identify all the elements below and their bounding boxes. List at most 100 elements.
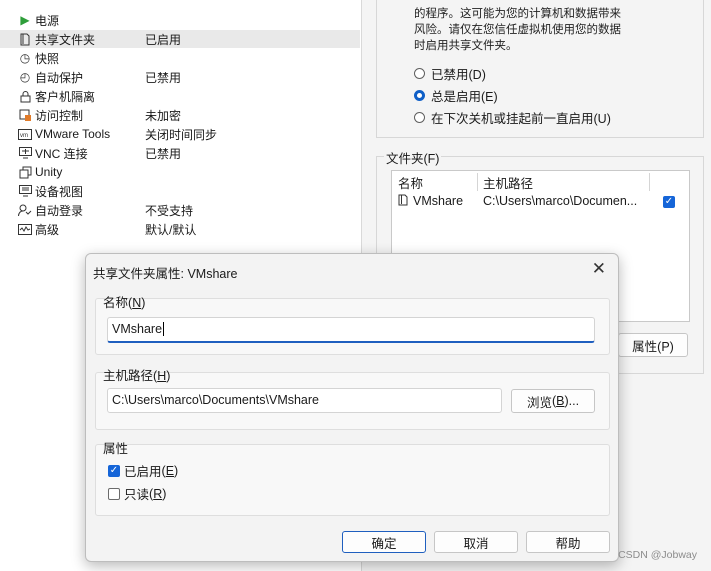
radio-disabled[interactable]: 已禁用(D) xyxy=(414,64,486,83)
snapshot-icon: ◷ xyxy=(19,51,31,65)
device-view-icon xyxy=(18,184,32,198)
advanced-icon xyxy=(18,222,32,236)
lock-icon xyxy=(18,89,32,103)
access-control-icon xyxy=(18,108,32,122)
properties-button[interactable]: 属性(P) xyxy=(618,333,688,357)
settings-item-label: Unity xyxy=(35,165,63,179)
settings-item-value: 未加密 xyxy=(145,108,182,123)
settings-item-value: 已启用 xyxy=(145,32,182,47)
name-input[interactable]: VMshare xyxy=(107,317,595,343)
checkbox-checked-icon[interactable]: ✓ xyxy=(108,464,120,477)
host-path-label: 主机路径(H) xyxy=(103,369,171,383)
settings-item-power[interactable]: ▶ 电源 xyxy=(18,11,360,29)
settings-item-label: 高级 xyxy=(35,222,60,237)
shared-folder-icon xyxy=(18,32,32,46)
autoprotect-icon: ◴ xyxy=(19,70,31,84)
name-label: 名称(N) xyxy=(103,296,146,310)
browse-label: 浏览 xyxy=(526,395,552,410)
description-line: 的程序。这可能为您的计算机和数据带来 xyxy=(414,8,621,20)
radio-label: 已禁用(D) xyxy=(431,68,486,82)
settings-item-label: 自动保护 xyxy=(35,70,84,85)
sharing-description: 的程序。这可能为您的计算机和数据带来 风险。请仅在您信任虚拟机使用您的数据 时启… xyxy=(414,6,664,54)
host-path-label-key: H xyxy=(157,369,167,383)
cancel-label: 取消 xyxy=(463,536,489,551)
folder-enabled-checkbox[interactable]: ✓ xyxy=(663,196,675,208)
settings-item-snapshot[interactable]: ◷ 快照 xyxy=(18,49,360,67)
column-header-name[interactable]: 名称 xyxy=(398,173,423,192)
settings-item-label: 快照 xyxy=(35,51,60,66)
enabled-checkbox[interactable]: ✓ 已启用(E) xyxy=(108,461,178,480)
settings-item-device-view[interactable]: 设备视图 xyxy=(18,182,360,200)
help-button[interactable]: 帮助 xyxy=(526,531,610,553)
name-label-key: N xyxy=(132,296,142,310)
readonly-checkbox[interactable]: 只读(R) xyxy=(108,484,166,503)
radio-always-enabled[interactable]: 总是启用(E) xyxy=(414,86,498,105)
column-separator xyxy=(477,173,478,191)
folders-label: 文件夹(F) xyxy=(384,148,442,167)
description-line: 时启用共享文件夹。 xyxy=(414,40,518,52)
watermark: CSDN @Jobway xyxy=(618,549,697,561)
ok-label: 确定 xyxy=(371,536,397,551)
settings-item-autoprotect[interactable]: ◴ 自动保护 已禁用 xyxy=(18,68,360,86)
ok-button[interactable]: 确定 xyxy=(342,531,426,553)
host-path-value: C:\Users\marco\Documents\VMshare xyxy=(112,393,320,407)
host-path-input[interactable]: C:\Users\marco\Documents\VMshare xyxy=(107,388,502,413)
settings-item-label: 电源 xyxy=(35,13,60,28)
settings-item-value: 关闭时间同步 xyxy=(145,127,218,142)
radio-button[interactable] xyxy=(414,68,425,79)
vnc-icon xyxy=(18,146,32,160)
power-icon: ▶ xyxy=(20,13,30,27)
enabled-key: E xyxy=(165,463,175,478)
browse-button[interactable]: 浏览(B)... xyxy=(511,389,595,413)
settings-item-value: 不受支持 xyxy=(145,203,194,218)
autologin-icon xyxy=(18,203,32,217)
settings-item-isolation[interactable]: 客户机隔离 xyxy=(18,87,360,105)
description-line: 风险。请仅在您信任虚拟机使用您的数据 xyxy=(414,24,621,36)
cancel-button[interactable]: 取消 xyxy=(434,531,518,553)
folder-path-cell: C:\Users\marco\Documen... xyxy=(483,194,638,208)
svg-text:vm: vm xyxy=(20,133,28,139)
readonly-key: R xyxy=(153,486,163,501)
vmware-tools-icon: vm xyxy=(18,127,32,141)
properties-button-label: 属性(P) xyxy=(632,339,674,354)
column-header-path[interactable]: 主机路径 xyxy=(483,173,533,192)
settings-item-unity[interactable]: Unity xyxy=(18,163,360,181)
settings-item-vmware-tools[interactable]: vm VMware Tools 关闭时间同步 xyxy=(18,125,360,143)
settings-item-label: 客户机隔离 xyxy=(35,89,96,104)
settings-item-access-control[interactable]: 访问控制 未加密 xyxy=(18,106,360,124)
radio-button[interactable] xyxy=(414,112,425,123)
folder-row-icon xyxy=(398,194,409,209)
name-label-text: 名称 xyxy=(103,296,129,310)
shared-folder-properties-dialog: 共享文件夹属性: VMshare ✕ 名称(N) VMshare 主机路径(H)… xyxy=(85,253,619,562)
column-separator xyxy=(649,173,650,191)
browse-key: B xyxy=(556,394,565,408)
text-cursor xyxy=(163,322,165,336)
radio-label: 总是启用(E) xyxy=(431,90,498,104)
folder-name-cell: VMshare xyxy=(413,194,464,208)
settings-item-label: 自动登录 xyxy=(35,203,84,218)
radio-until-poweroff[interactable]: 在下次关机或挂起前一直启用(U) xyxy=(414,108,611,127)
close-icon[interactable]: ✕ xyxy=(592,259,606,279)
settings-item-label: VMware Tools xyxy=(35,127,111,141)
settings-item-shared-folders[interactable]: 共享文件夹 已启用 xyxy=(0,30,360,48)
checkbox-unchecked-icon[interactable] xyxy=(108,487,120,500)
host-path-label-text: 主机路径 xyxy=(103,369,154,383)
enabled-label: 已启用 xyxy=(124,465,162,479)
settings-item-autologin[interactable]: 自动登录 不受支持 xyxy=(18,201,360,219)
settings-item-label: 共享文件夹 xyxy=(35,32,96,47)
settings-item-advanced[interactable]: 高级 默认/默认 xyxy=(18,220,360,238)
readonly-label: 只读 xyxy=(124,488,150,502)
settings-item-label: 访问控制 xyxy=(35,108,84,123)
dialog-title: 共享文件夹属性: VMshare xyxy=(93,267,238,281)
settings-item-value: 已禁用 xyxy=(145,70,182,85)
name-input-value: VMshare xyxy=(112,322,163,336)
settings-item-vnc[interactable]: VNC 连接 已禁用 xyxy=(18,144,360,162)
radio-button-selected[interactable] xyxy=(414,90,425,101)
unity-icon xyxy=(18,165,32,179)
settings-item-value: 已禁用 xyxy=(145,146,182,161)
settings-item-label: 设备视图 xyxy=(35,184,84,199)
settings-item-label: VNC 连接 xyxy=(35,146,88,161)
radio-label: 在下次关机或挂起前一直启用(U) xyxy=(431,112,611,126)
settings-item-value: 默认/默认 xyxy=(145,222,197,237)
attributes-fieldset xyxy=(95,444,610,516)
